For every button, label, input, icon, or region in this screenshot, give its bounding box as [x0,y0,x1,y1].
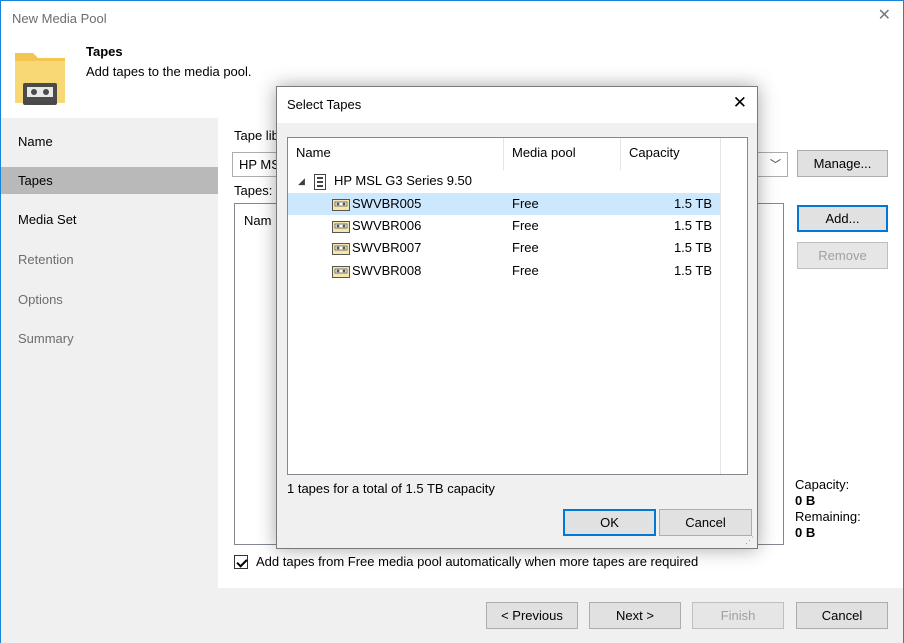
step-title: Tapes [86,44,123,59]
tape-cartridge-icon [332,220,350,233]
tape-name: SWVBR006 [352,218,422,233]
remaining-value: 0 B [795,525,816,540]
auto-add-checkbox[interactable] [234,554,248,569]
select-tapes-dialog: Select Tapes ✕ Name Media pool Capacity … [276,86,758,549]
sidebar-item-summary[interactable]: Summary [1,325,218,352]
remove-button[interactable]: Remove [797,242,888,269]
tape-row[interactable]: SWVBR007 Free 1.5 TB [288,237,720,259]
tape-name-cell: SWVBR008 [332,260,421,282]
sidebar-item-options[interactable]: Options [1,286,218,313]
tape-name: SWVBR005 [352,196,422,211]
tape-capacity: 1.5 TB [673,240,712,255]
tape-name-cell: SWVBR007 [332,237,421,259]
tape-cartridge-icon [332,242,350,255]
tape-pool: Free [512,196,539,211]
window-close-icon[interactable]: ✕ [878,8,891,24]
column-header-name[interactable]: Name [288,138,504,170]
expander-icon[interactable]: ◢ [298,170,305,192]
dialog-close-icon[interactable]: ✕ [733,94,747,111]
tape-capacity: 1.5 TB [673,263,712,278]
manage-button[interactable]: Manage... [797,150,888,177]
ok-button[interactable]: OK [563,509,656,536]
tape-name-cell: SWVBR006 [332,215,421,237]
sidebar-item-media-set[interactable]: Media Set [1,206,218,233]
finish-button[interactable]: Finish [692,602,784,629]
tape-name-cell: SWVBR005 [332,193,421,215]
tape-cartridge-icon [332,265,350,278]
sidebar-item-tapes[interactable]: Tapes [1,167,218,194]
folder-tape-icon [15,53,65,105]
dialog-title: Select Tapes [287,97,362,112]
tape-capacity: 1.5 TB [673,218,712,233]
dialog-titlebar: Select Tapes ✕ [277,87,757,123]
step-subtitle: Add tapes to the media pool. [86,64,252,79]
grid-scrollbar[interactable] [720,138,747,474]
tapes-tree-grid[interactable]: Name Media pool Capacity ◢ HP MSL G3 Ser… [287,137,748,475]
tape-row[interactable]: SWVBR005 Free 1.5 TB [288,193,720,215]
auto-add-label: Add tapes from Free media pool automatic… [256,554,699,569]
add-button[interactable]: Add... [797,205,888,232]
column-header-media-pool[interactable]: Media pool [504,138,621,170]
tapes-label: Tapes: [234,183,273,198]
column-header-capacity[interactable]: Capacity [621,138,720,170]
window-title: New Media Pool [12,11,107,26]
tape-cartridge-icon [332,198,350,211]
tape-name: SWVBR008 [352,263,422,278]
cancel-button[interactable]: Cancel [796,602,888,629]
remaining-label: Remaining: [795,509,861,524]
tape-name: SWVBR007 [352,240,422,255]
tapes-list-column-name[interactable]: Nam [244,213,271,228]
tree-row-library[interactable]: ◢ HP MSL G3 Series 9.50 [288,170,720,192]
previous-button[interactable]: < Previous [486,602,578,629]
tape-library-label: Tape lib [234,128,279,143]
sidebar-item-name[interactable]: Name [1,128,218,155]
next-button[interactable]: Next > [589,602,681,629]
sidebar-item-retention[interactable]: Retention [1,246,218,273]
capacity-value: 0 B [795,493,816,508]
auto-add-option[interactable]: Add tapes from Free media pool automatic… [234,554,698,569]
capacity-label: Capacity: [795,477,850,492]
capacity-info: Capacity: 0 B Remaining: 0 B [795,477,861,541]
selection-summary: 1 tapes for a total of 1.5 TB capacity [287,481,495,496]
tape-pool: Free [512,218,539,233]
tape-library-value: HP MS [239,157,280,172]
tape-pool: Free [512,240,539,255]
tape-library-icon [314,170,326,192]
resize-grip-icon[interactable]: ⋰ [745,536,755,546]
wizard-footer: < Previous Next > Finish Cancel [1,588,903,643]
chevron-down-icon: ﹀ [770,159,781,171]
tape-pool: Free [512,263,539,278]
tape-row[interactable]: SWVBR006 Free 1.5 TB [288,215,720,237]
tape-row[interactable]: SWVBR008 Free 1.5 TB [288,260,720,282]
tape-capacity: 1.5 TB [673,196,712,211]
dialog-cancel-button[interactable]: Cancel [659,509,752,536]
wizard-sidebar: Name Tapes Media Set Retention Options S… [1,118,218,588]
tape-library-name: HP MSL G3 Series 9.50 [334,173,473,188]
